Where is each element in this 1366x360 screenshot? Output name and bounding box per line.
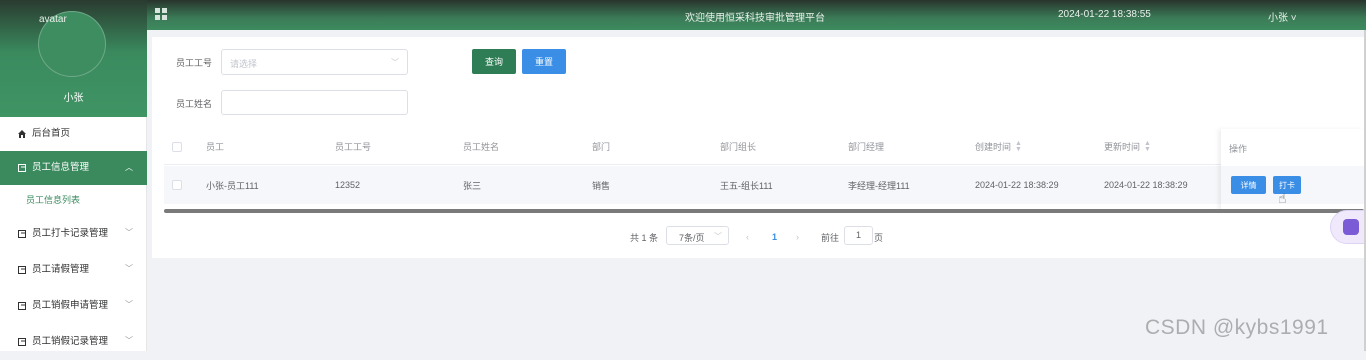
chevron-up-icon: ︿ — [125, 163, 133, 172]
sidebar-header: avatar 小张 — [0, 0, 147, 117]
pagination-total: 共 1 条 — [630, 232, 659, 243]
emp-name-label: 员工姓名 — [176, 99, 213, 109]
col-leader: 部门组长 — [720, 142, 757, 152]
chevron-down-icon: ﹀ — [125, 336, 133, 345]
col-manager: 部门经理 — [848, 142, 885, 152]
doc-icon — [16, 228, 28, 240]
topbar-username: 小张 — [1268, 13, 1288, 24]
sidebar-item-label: 员工销假记录管理 — [32, 336, 109, 347]
select-all-checkbox[interactable] — [172, 129, 182, 164]
sidebar-item-label: 后台首页 — [32, 128, 71, 139]
sort-icon[interactable]: ▲ ▼ — [1015, 140, 1022, 153]
emp-name-input[interactable] — [221, 90, 408, 115]
detail-button[interactable]: 详情 — [1231, 176, 1266, 194]
floating-assistant-button[interactable] — [1330, 210, 1366, 244]
page-unit-label: 页 — [874, 232, 884, 243]
goto-label: 前往 — [821, 232, 840, 243]
sidebar-item-leave[interactable]: 员工请假管理 ﹀ — [0, 252, 147, 288]
row-checkbox[interactable] — [172, 166, 182, 204]
cell-emp-name: 张三 — [463, 180, 482, 191]
emp-no-select[interactable]: 请选择 ﹀ — [221, 49, 408, 75]
cell-leader: 王五-组长111 — [720, 180, 773, 191]
page-size-select[interactable]: 7条/页 ﹀ — [666, 226, 729, 245]
col-updated-label: 更新时间 — [1104, 142, 1141, 152]
watermark: CSDN @kybs1991 — [1145, 316, 1329, 339]
avatar-alt-text: avatar — [39, 14, 67, 25]
topbar-user-menu[interactable]: 小张 ˅ — [1268, 9, 1297, 24]
goto-page-input[interactable]: 1 — [844, 226, 873, 245]
table-horizontal-scrollbar[interactable] — [164, 209, 1364, 213]
table-header: 员工 员工工号 员工姓名 部门 部门组长 部门经理 创建时间 ▲ ▼ 更新时间 ▲ ▼ — [164, 129, 1364, 165]
sidebar: avatar 小张 后台首页 员工信息管理 ︿ 员工信息列表 员工打卡记录管理 … — [0, 0, 147, 351]
search-button[interactable]: 查询 — [472, 49, 516, 74]
sidebar-item-label: 员工销假申请管理 — [32, 300, 109, 311]
topbar: 欢迎使用恒采科技审批管理平台 2024-01-22 18:38:55 小张 ˅ — [147, 0, 1366, 30]
main-content: 员工工号 请选择 ﹀ 员工姓名 查询 重置 员工 员工工号 员工姓名 部门 部门… — [152, 37, 1364, 258]
chevron-down-icon: ﹀ — [125, 300, 133, 309]
col-dept: 部门 — [592, 142, 611, 152]
hand-cursor-icon: ☝ — [1278, 190, 1287, 206]
cell-created: 2024-01-22 18:38:29 — [975, 180, 1059, 190]
col-created-label: 创建时间 — [975, 142, 1012, 152]
cell-employee: 小张-员工111 — [206, 180, 259, 191]
sidebar-subitem-employee-list[interactable]: 员工信息列表 — [0, 185, 147, 216]
cell-emp-no: 12352 — [335, 180, 361, 190]
assistant-icon — [1343, 219, 1359, 235]
sidebar-menu: 后台首页 员工信息管理 ︿ 员工信息列表 员工打卡记录管理 ﹀ 员工请假管理 ﹀… — [0, 117, 147, 360]
emp-no-placeholder: 请选择 — [230, 59, 258, 69]
doc-icon — [16, 162, 28, 174]
actions-column: 操作 详情 打卡 — [1221, 129, 1364, 211]
home-icon — [16, 128, 28, 140]
topbar-datetime: 2024-01-22 18:38:55 — [1058, 9, 1151, 20]
cell-dept: 销售 — [592, 180, 611, 191]
prev-page-icon[interactable]: ‹ — [746, 227, 749, 247]
cell-manager: 李经理-经理111 — [848, 180, 910, 191]
sidebar-item-label: 员工信息管理 — [32, 162, 90, 173]
col-created[interactable]: 创建时间 ▲ ▼ — [975, 129, 1022, 164]
chevron-down-icon: ﹀ — [391, 58, 399, 67]
col-emp-name: 员工姓名 — [463, 142, 500, 152]
reset-button[interactable]: 重置 — [522, 49, 566, 74]
chevron-down-icon: ﹀ — [125, 228, 133, 237]
menu-grid-icon[interactable] — [155, 8, 168, 21]
sidebar-item-attendance[interactable]: 员工打卡记录管理 ﹀ — [0, 216, 147, 252]
sidebar-item-cancel-request[interactable]: 员工销假申请管理 ﹀ — [0, 288, 147, 324]
sort-icon[interactable]: ▲ ▼ — [1144, 140, 1151, 153]
actions-cell: 详情 打卡 — [1221, 166, 1364, 204]
sidebar-item-label: 员工请假管理 — [32, 264, 90, 275]
page-number-current[interactable]: 1 — [772, 227, 777, 247]
topbar-title: 欢迎使用恒采科技审批管理平台 — [685, 13, 825, 24]
page-size-value: 7条/页 — [679, 233, 705, 243]
col-updated[interactable]: 更新时间 ▲ ▼ — [1104, 129, 1151, 164]
col-actions: 操作 — [1229, 144, 1248, 154]
cell-updated: 2024-01-22 18:38:29 — [1104, 180, 1188, 190]
sidebar-username: 小张 — [63, 93, 84, 104]
next-page-icon[interactable]: › — [796, 227, 799, 247]
table-row: 小张-员工111 12352 张三 销售 王五-组长111 李经理-经理111 … — [164, 166, 1364, 204]
doc-icon — [16, 264, 28, 276]
sidebar-item-cancel-record[interactable]: 员工销假记录管理 ﹀ — [0, 324, 147, 360]
sidebar-item-home[interactable]: 后台首页 — [0, 117, 147, 151]
doc-icon — [16, 300, 28, 312]
sidebar-item-label: 员工打卡记录管理 — [32, 228, 109, 239]
emp-no-label: 员工工号 — [176, 58, 213, 68]
chevron-down-icon: ˅ — [1288, 13, 1297, 24]
col-emp-no: 员工工号 — [335, 142, 372, 152]
col-employee: 员工 — [206, 142, 225, 152]
doc-icon — [16, 336, 28, 348]
chevron-down-icon: ﹀ — [125, 264, 133, 273]
chevron-down-icon: ﹀ — [714, 232, 722, 241]
sidebar-item-employee-info[interactable]: 员工信息管理 ︿ — [0, 151, 147, 185]
